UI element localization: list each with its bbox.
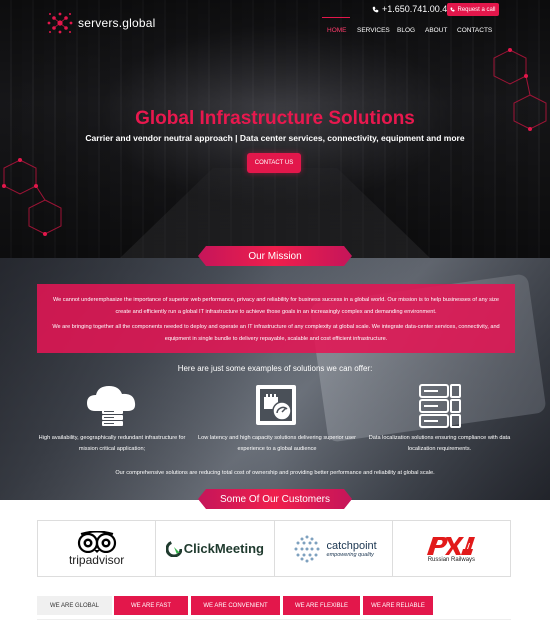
customers-heading-ribbon: Some Of Our Customers: [198, 489, 352, 509]
nav-about[interactable]: ABOUT: [425, 27, 447, 34]
feature-text-1: High availability, geographically redund…: [38, 435, 186, 452]
hexagon-network-decoration-left: [2, 158, 62, 236]
phone-icon: [372, 6, 379, 12]
customer-logo-clickmeeting[interactable]: ClickMeeting: [156, 521, 275, 576]
tab-we-are-global[interactable]: WE ARE GLOBAL: [37, 596, 112, 615]
feature-text-2: Low latency and high capacity solutions …: [198, 435, 356, 452]
customer-logo-tripadvisor[interactable]: tripadvisor: [38, 521, 157, 576]
mission-summary: Our comprehensive solutions are reducing…: [115, 470, 435, 476]
mission-heading: Our Mission: [248, 250, 302, 262]
catchpoint-globe-icon: [294, 535, 320, 562]
nav-blog[interactable]: BLOG: [397, 27, 415, 34]
examples-heading: Here are just some examples of solutions…: [177, 364, 373, 373]
phone-number[interactable]: +1.650.741.00.42: [372, 4, 452, 14]
catchpoint-text: catchpoint: [326, 539, 377, 552]
rzd-logo-icon: [427, 536, 476, 555]
hero-subtitle: Carrier and vendor neutral approach | Da…: [85, 133, 465, 143]
phone-small-icon: [450, 7, 455, 12]
mission-paragraph-2: We are bringing together all the compone…: [52, 324, 500, 342]
customer-logos: tripadvisor ClickMeeting catchpoint empo…: [37, 520, 511, 577]
nav-active-indicator: [322, 17, 350, 18]
server-rack-icon: [419, 384, 461, 428]
request-call-button[interactable]: Request a call: [447, 3, 499, 16]
contact-us-button[interactable]: CONTACT US: [247, 153, 301, 173]
tab-we-are-reliable[interactable]: WE ARE RELIABLE: [363, 596, 433, 615]
request-call-label: Request a call: [457, 6, 496, 13]
nav-home[interactable]: HOME: [327, 27, 347, 34]
hero-title: Global Infrastructure Solutions: [135, 108, 415, 129]
main-nav: HOME SERVICES BLOG ABOUT CONTACTS: [0, 27, 550, 43]
clickmeeting-text: ClickMeeting: [183, 541, 264, 556]
tripadvisor-owl-icon: [77, 530, 116, 553]
speed-network-icon: [256, 385, 296, 425]
phone-text: +1.650.741.00.42: [382, 4, 453, 14]
feature-text-3: Data localization solutions ensuring com…: [368, 435, 511, 452]
cloud-server-icon: [87, 386, 136, 426]
mission-paragraph-1: We cannot underemphasize the importance …: [52, 297, 500, 315]
feature-tabs: WE ARE GLOBAL WE ARE FAST WE ARE CONVENI…: [37, 596, 511, 620]
tab-we-are-convenient[interactable]: WE ARE CONVENIENT: [191, 596, 280, 615]
customers-heading: Some Of Our Customers: [219, 493, 331, 505]
tab-we-are-flexible[interactable]: WE ARE FLEXIBLE: [283, 596, 360, 615]
tab-we-are-fast[interactable]: WE ARE FAST: [114, 596, 188, 615]
customer-logo-russian-railways[interactable]: Russian Railways: [393, 521, 510, 576]
catchpoint-tagline: empowering quality: [326, 551, 374, 558]
clickmeeting-logo-icon: [165, 540, 182, 557]
customer-logo-catchpoint[interactable]: catchpoint empowering quality: [275, 521, 393, 576]
mission-section: We cannot underemphasize the importance …: [0, 258, 550, 500]
russian-railways-text: Russian Railways: [427, 556, 476, 563]
nav-contacts[interactable]: CONTACTS: [457, 27, 492, 34]
hero-section: servers.global +1.650.741.00.42 Request …: [0, 0, 550, 258]
mission-text-box: We cannot underemphasize the importance …: [37, 284, 515, 353]
tripadvisor-text: tripadvisor: [68, 552, 125, 567]
mission-heading-ribbon: Our Mission: [198, 246, 352, 266]
nav-services[interactable]: SERVICES: [357, 27, 390, 34]
